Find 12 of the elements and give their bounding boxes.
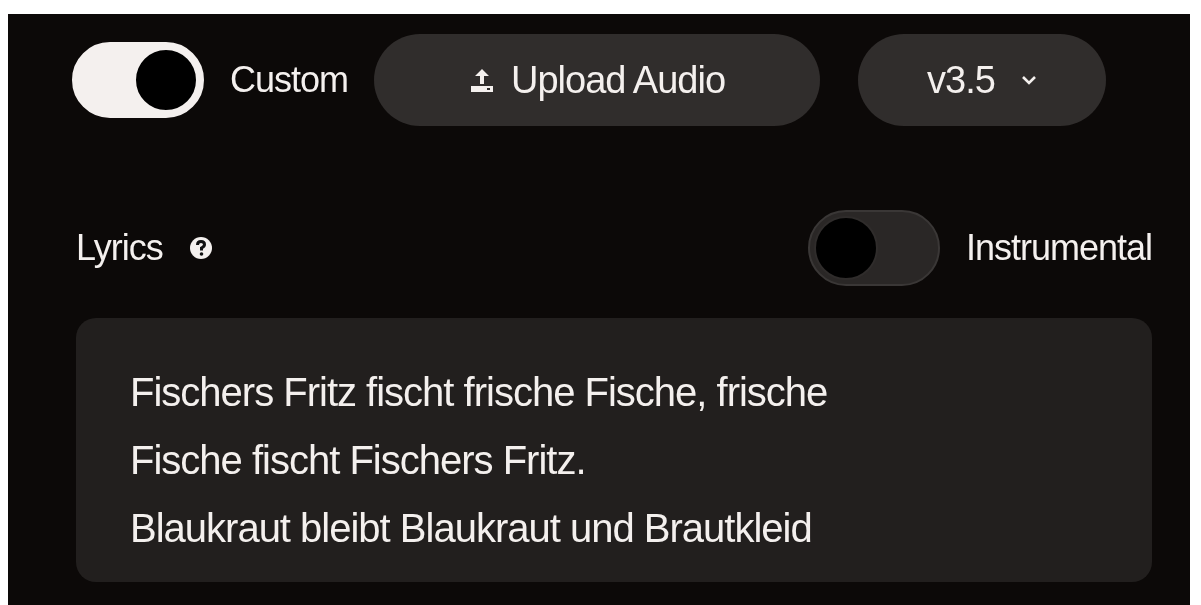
custom-label: Custom [230,59,349,101]
upload-audio-button[interactable]: Upload Audio [374,34,821,126]
version-dropdown[interactable]: v3.5 [858,34,1107,126]
lyrics-line: Blaukraut bleibt Blaukraut und Brautkleid [130,505,813,552]
chevron-down-icon [1020,75,1037,85]
help-icon[interactable] [188,236,213,260]
lyrics-line: Fische fischt Fischers Fritz. [130,437,587,484]
lyrics-field[interactable]: Fischers Fritz fischt frische Fische, frische Fische fischt Fischers Fritz. Blaukraut bleibt Blaukraut und Brautkleid [76,318,1152,582]
lyrics-line: Fischers Fritz fischt frische Fische, frische [130,369,829,416]
lyrics-label: Lyrics [76,227,163,269]
upload-icon [469,67,495,93]
instrumental-label: Instrumental [965,227,1152,269]
